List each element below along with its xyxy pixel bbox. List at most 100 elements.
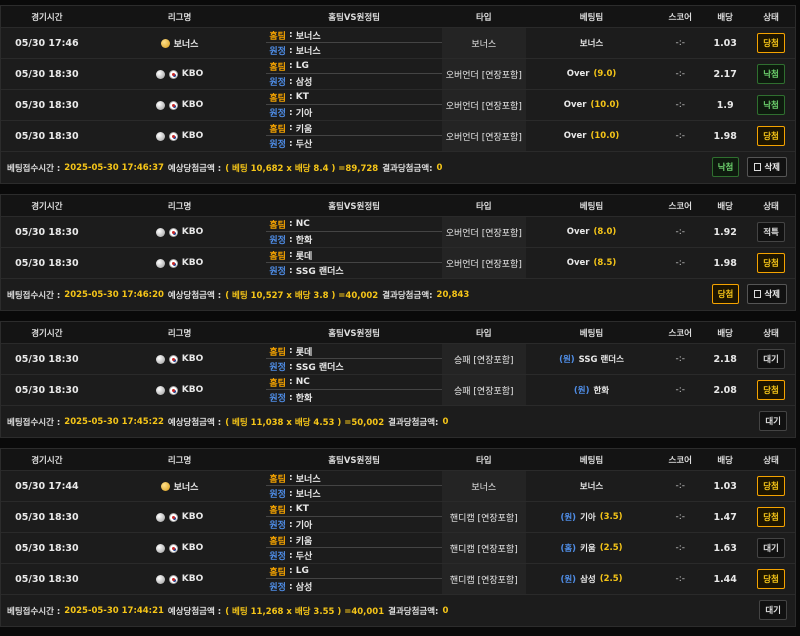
away-team-name: 두산: [295, 552, 313, 562]
home-label: 홈팀: [269, 124, 286, 135]
team-separator: :: [285, 473, 296, 483]
teams-cell: 홈팀 : 보너스 원정 : 보너스: [266, 28, 442, 58]
bet-type: 오버언더 [연장포함]: [441, 217, 526, 247]
teams-cell: 홈팀 : 롯데 원정 : SSG 랜더스: [266, 344, 442, 374]
baseball-icon: [155, 543, 165, 553]
score: -:-: [675, 512, 686, 522]
korea-flag-icon: [168, 69, 178, 79]
status-badge: 당첨: [757, 507, 785, 527]
odds: 2.17: [713, 68, 737, 80]
slip-footer: 베팅접수시간 : 2025-05-30 17:46:37 예상당첨금액 : ( …: [1, 152, 795, 183]
header-time: 경기시간: [31, 12, 63, 23]
team-separator: :: [285, 250, 296, 260]
home-label: 홈팀: [269, 62, 286, 73]
footer-expected-value: ( 베팅 11,268 x 배당 3.55 ) =40,001: [225, 606, 385, 617]
home-team-line: 홈팀 : 롯데: [266, 344, 442, 359]
teams-cell: 홈팀 : LG 원정 : 삼성: [266, 59, 442, 89]
footer-result-value: 0: [436, 162, 443, 173]
footer-time-label: 베팅접수시간 :: [7, 290, 61, 301]
header-bet-team: 베팅팀: [579, 455, 604, 466]
teams-cell: 홈팀 : 롯데 원정 : SSG 랜더스: [266, 248, 442, 278]
header-score: 스코어: [668, 201, 693, 212]
header-league: 리그명: [167, 12, 192, 23]
header-teams: 홈팀VS원정팀: [328, 455, 381, 466]
team-separator: :: [285, 550, 296, 561]
bet-team-name: 한화: [593, 386, 610, 396]
team-separator: :: [285, 535, 296, 545]
match-time: 05/30 18:30: [15, 384, 79, 396]
home-team-line: 홈팀 : 키움: [266, 533, 442, 548]
table-header: 경기시간 리그명 홈팀VS원정팀 타입 베팅팀 스코어 배당 상태: [1, 449, 795, 471]
slip-rows: 05/30 18:30 KBO 홈팀 : NC 원정 : 한화 오버언더 [연장…: [1, 217, 795, 279]
header-state: 상태: [763, 12, 779, 23]
league-cell: KBO: [93, 344, 267, 374]
footer-result-value: 20,843: [436, 289, 470, 300]
footer-result-label: 결과당첨금액:: [388, 606, 439, 617]
home-team-line: 홈팀 : KT: [266, 90, 442, 105]
league-name: 보너스: [173, 39, 199, 50]
bet-type: 보너스: [441, 471, 526, 501]
bet-team-cell: Over (10.0): [526, 90, 658, 120]
slip-rows: 05/30 18:30 KBO 홈팀 : 롯데 원정 : SSG 랜더스 승패 …: [1, 344, 795, 406]
table-row: 05/30 18:30 KBO 홈팀 : 롯데 원정 : SSG 랜더스 오버언…: [1, 248, 795, 279]
table-row: 05/30 18:30 KBO 홈팀 : KT 원정 : 기아 오버언더 [연장…: [1, 90, 795, 121]
league-cell: KBO: [93, 375, 267, 405]
state-cell: 낙첨: [747, 90, 795, 120]
league-name: KBO: [181, 574, 204, 584]
bet-slip-panel: 경기시간 리그명 홈팀VS원정팀 타입 베팅팀 스코어 배당 상태 05/30 …: [0, 448, 796, 627]
score: -:-: [675, 100, 686, 110]
state-cell: 대기: [747, 344, 795, 374]
away-label: 원정: [269, 267, 286, 277]
match-time: 05/30 18:30: [15, 257, 79, 269]
footer-expected-label: 예상당첨금액 :: [167, 417, 222, 428]
away-team-name: SSG 랜더스: [295, 267, 344, 277]
delete-button[interactable]: 삭제: [747, 284, 787, 304]
odds: 1.03: [713, 480, 737, 492]
home-team-line: 홈팀 : KT: [266, 502, 442, 517]
bet-line: (2.5): [599, 574, 623, 584]
home-team-name: 롯데: [295, 347, 313, 358]
delete-button[interactable]: 삭제: [747, 157, 787, 177]
header-score: 스코어: [668, 455, 693, 466]
away-team-name: 한화: [295, 394, 313, 404]
bet-type: 승패 [연장포함]: [441, 375, 526, 405]
away-label: 원정: [269, 521, 286, 531]
bet-type: 핸디캡 [연장포함]: [441, 564, 526, 594]
bet-type: 오버언더 [연장포함]: [441, 59, 526, 89]
home-team-name: 키움: [295, 536, 313, 547]
league-name: KBO: [181, 512, 204, 522]
status-badge: 당첨: [757, 126, 785, 146]
bet-type: 오버언더 [연장포함]: [441, 90, 526, 120]
korea-flag-icon: [168, 354, 178, 364]
teams-cell: 홈팀 : LG 원정 : 삼성: [266, 564, 442, 594]
footer-result-value: 0: [442, 416, 449, 427]
table-header: 경기시간 리그명 홈팀VS원정팀 타입 베팅팀 스코어 배당 상태: [1, 195, 795, 217]
table-row: 05/30 18:30 KBO 홈팀 : KT 원정 : 기아 핸디캡 [연장포…: [1, 502, 795, 533]
league-name: KBO: [181, 100, 204, 110]
home-team-name: LG: [295, 566, 309, 576]
baseball-icon: [155, 100, 165, 110]
home-team-name: LG: [295, 61, 309, 71]
match-time: 05/30 18:30: [15, 542, 79, 554]
korea-flag-icon: [168, 131, 178, 141]
bet-pick-side: (원): [560, 513, 577, 523]
score: -:-: [675, 227, 686, 237]
home-label: 홈팀: [269, 220, 286, 231]
bet-slip-panel: 경기시간 리그명 홈팀VS원정팀 타입 베팅팀 스코어 배당 상태 05/30 …: [0, 5, 796, 184]
header-bet-team: 베팅팀: [579, 328, 604, 339]
team-separator: :: [285, 504, 296, 514]
away-team-line: 원정 : 한화: [266, 390, 442, 405]
odds: 1.47: [713, 511, 737, 523]
header-teams: 홈팀VS원정팀: [328, 12, 381, 23]
footer-expected-value: ( 베팅 10,527 x 배당 3.8 ) =40,002: [225, 290, 379, 301]
header-score: 스코어: [668, 12, 693, 23]
away-team-name: 한화: [295, 236, 313, 246]
away-label: 원정: [269, 583, 286, 593]
away-team-line: 원정 : SSG 랜더스: [266, 263, 442, 278]
bet-team-cell: (홈) 키움 (2.5): [526, 533, 658, 563]
score: -:-: [675, 258, 686, 268]
header-league: 리그명: [167, 328, 192, 339]
home-team-line: 홈팀 : LG: [266, 59, 442, 74]
away-label: 원정: [269, 552, 286, 562]
status-badge: 적특: [757, 222, 785, 242]
